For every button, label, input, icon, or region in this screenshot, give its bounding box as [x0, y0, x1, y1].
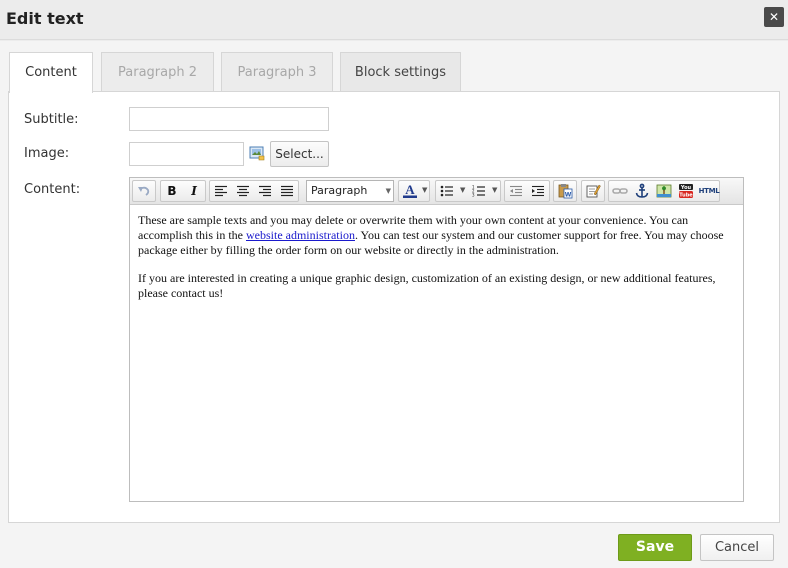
tab-paragraph-3-label: Paragraph 3 [237, 65, 317, 80]
paste-word-icon: W [558, 184, 573, 199]
edit-icon [586, 184, 601, 198]
format-select-value: Paragraph [311, 184, 368, 197]
chevron-down-icon[interactable]: ▼ [492, 186, 497, 194]
align-center-icon [237, 185, 249, 197]
tab-content-label: Content [25, 65, 77, 80]
insert-image-button[interactable] [654, 181, 674, 201]
cancel-button[interactable]: Cancel [700, 534, 774, 561]
indent-button[interactable] [528, 181, 548, 201]
toolbar-group-indent [504, 180, 550, 202]
svg-text:Tube: Tube [679, 193, 693, 199]
chevron-down-icon[interactable]: ▼ [422, 186, 427, 194]
subtitle-label: Subtitle: [24, 112, 79, 127]
toolbar-group-insert: You Tube HTML [608, 180, 720, 202]
italic-icon: I [191, 184, 197, 198]
anchor-icon [635, 183, 649, 198]
unlink-icon [612, 188, 628, 194]
svg-text:3: 3 [472, 193, 475, 198]
font-color-icon: A [403, 183, 417, 198]
image-input[interactable] [129, 142, 244, 166]
paste-word-button[interactable]: W [555, 181, 575, 201]
italic-button[interactable]: I [184, 181, 204, 201]
bold-icon: B [167, 184, 177, 198]
svg-text:A: A [405, 183, 415, 197]
editor-content-area[interactable]: These are sample texts and you may delet… [130, 206, 743, 501]
font-color-button[interactable]: A [400, 181, 420, 201]
dialog-title: Edit text [6, 9, 84, 28]
align-left-icon [215, 185, 227, 197]
bullet-list-button[interactable] [437, 181, 457, 201]
undo-button[interactable] [134, 181, 154, 201]
tab-content[interactable]: Content [9, 52, 93, 93]
indent-icon [532, 185, 544, 197]
align-right-icon [259, 185, 271, 197]
unlink-button[interactable] [610, 181, 630, 201]
html-source-button[interactable]: HTML [698, 181, 720, 201]
tab-block-settings[interactable]: Block settings [340, 52, 461, 92]
content-label: Content: [24, 182, 81, 197]
website-administration-link[interactable]: website administration [246, 228, 355, 242]
rich-text-editor: B I Paragraph ▼ A ▼ ▼ 1 2 3 ▼ W You Tube… [129, 177, 744, 502]
align-center-button[interactable] [233, 181, 253, 201]
tab-block-settings-label: Block settings [354, 65, 447, 80]
editor-paragraph-1: These are sample texts and you may delet… [138, 213, 724, 257]
svg-text:You: You [680, 185, 692, 191]
toolbar-group-align [209, 180, 299, 202]
editor-paragraph-2: If you are interested in creating a uniq… [138, 271, 716, 300]
tab-paragraph-2[interactable]: Paragraph 2 [101, 52, 214, 92]
numbered-list-icon: 123 [472, 185, 485, 198]
svg-text:W: W [565, 192, 572, 199]
toolbar-group-color: A ▼ [398, 180, 430, 202]
align-right-button[interactable] [255, 181, 275, 201]
outdent-button[interactable] [506, 181, 526, 201]
toolbar-group-paste: W [553, 180, 577, 202]
close-button[interactable]: ✕ [764, 7, 784, 27]
tab-paragraph-2-label: Paragraph 2 [118, 65, 197, 80]
save-button[interactable]: Save [618, 534, 692, 561]
toolbar-group-style: B I [160, 180, 206, 202]
image-select-button[interactable]: Select... [270, 141, 329, 167]
subtitle-input[interactable] [129, 107, 329, 131]
image-icon [656, 184, 672, 198]
youtube-button[interactable]: You Tube [676, 181, 696, 201]
toolbar-group-edit [581, 180, 605, 202]
align-left-button[interactable] [211, 181, 231, 201]
image-label: Image: [24, 146, 70, 161]
chevron-down-icon: ▼ [385, 187, 391, 195]
align-justify-icon [281, 185, 293, 197]
close-icon: ✕ [768, 10, 780, 24]
toolbar-group-history [132, 180, 156, 202]
dialog-titlebar: Edit text ✕ [0, 0, 788, 40]
anchor-button[interactable] [632, 181, 652, 201]
numbered-list-button[interactable]: 123 [469, 181, 489, 201]
chevron-down-icon[interactable]: ▼ [460, 186, 465, 194]
toolbar-group-lists: ▼ 123 ▼ [435, 180, 501, 202]
edit-button[interactable] [583, 181, 603, 201]
html-icon: HTML [698, 187, 720, 195]
image-browse-icon[interactable] [249, 145, 265, 161]
bold-button[interactable]: B [162, 181, 182, 201]
tab-paragraph-3[interactable]: Paragraph 3 [221, 52, 333, 92]
bullet-list-icon [440, 185, 453, 197]
format-select[interactable]: Paragraph ▼ [306, 180, 394, 202]
youtube-icon: You Tube [679, 184, 693, 199]
outdent-icon [510, 185, 522, 197]
undo-icon [138, 186, 150, 196]
align-justify-button[interactable] [277, 181, 297, 201]
editor-toolbar: B I Paragraph ▼ A ▼ ▼ 1 2 3 ▼ W You Tube… [130, 178, 743, 205]
